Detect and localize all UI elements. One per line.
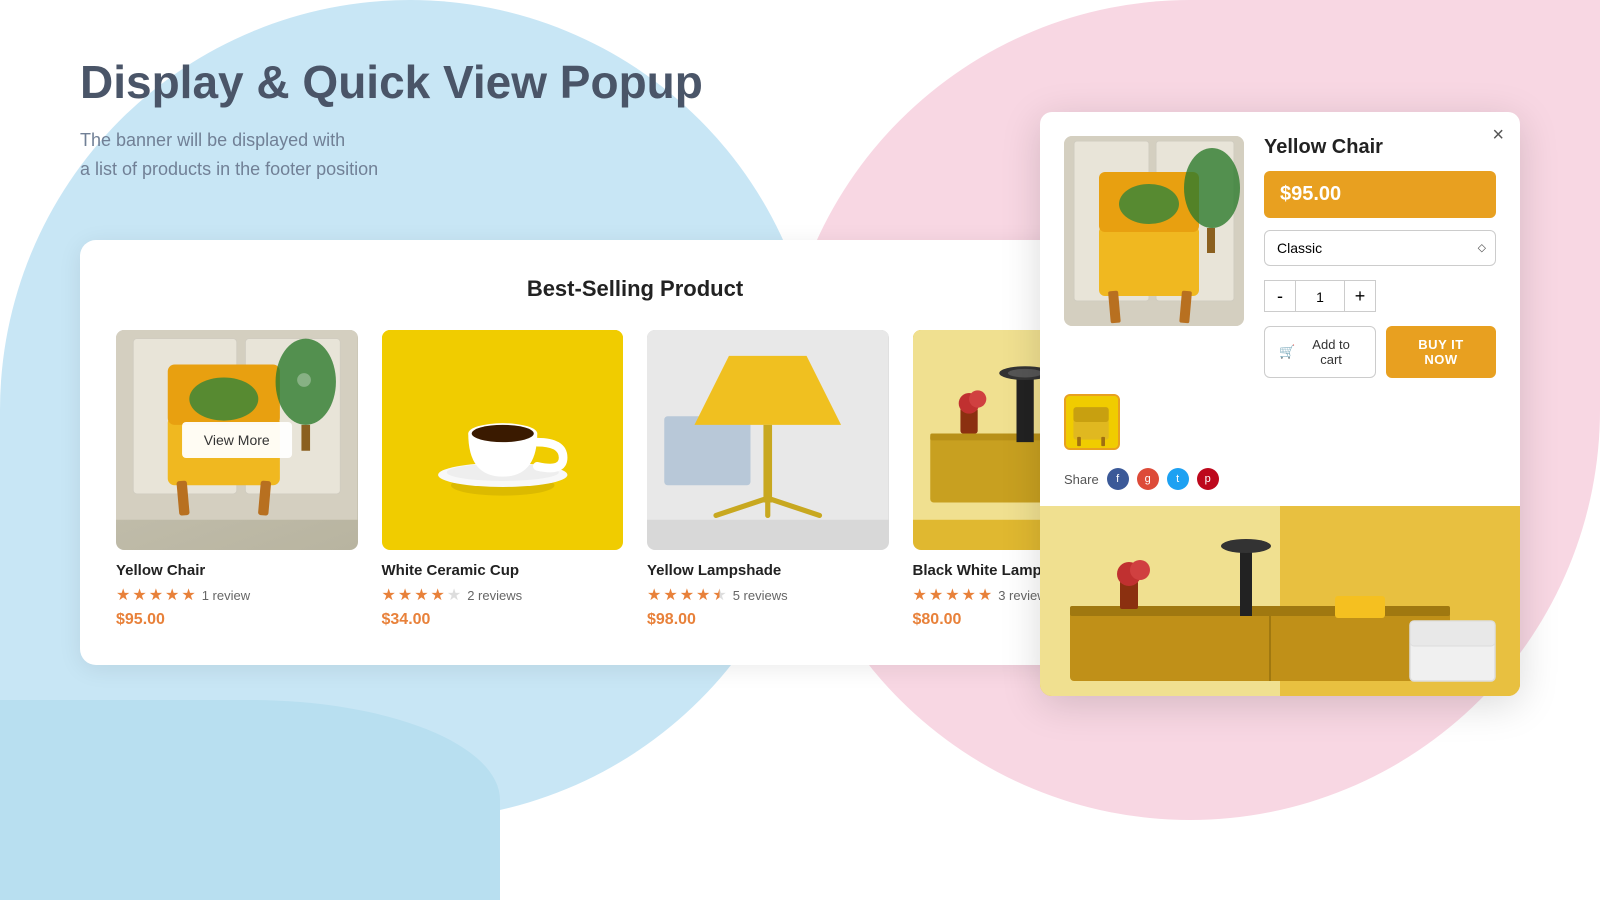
quantity-increase-button[interactable]: +: [1344, 280, 1376, 312]
twitter-share-icon[interactable]: t: [1167, 468, 1189, 490]
popup-variant-select[interactable]: Classic Modern Vintage: [1264, 230, 1496, 266]
star-icon: ★: [696, 585, 710, 605]
review-count-1: 2 reviews: [467, 588, 522, 603]
product-card-yellow-chair[interactable]: View More Yellow Chair ★ ★ ★ ★ ★ 1 revie…: [116, 330, 358, 629]
product-price-2: $98.00: [647, 611, 889, 629]
quantity-value: 1: [1296, 280, 1344, 312]
star-icon: ★: [945, 585, 959, 605]
star-icon: ★: [414, 585, 428, 605]
review-count-2: 5 reviews: [733, 588, 788, 603]
popup-close-button[interactable]: ×: [1492, 124, 1504, 147]
star-icon: ★: [680, 585, 694, 605]
popup-action-buttons: 🛒 Add to cart BUY IT NOW: [1264, 326, 1496, 378]
star-row-0: ★ ★ ★ ★ ★ 1 review: [116, 585, 358, 605]
star-icon: ★: [382, 585, 396, 605]
add-to-cart-label: Add to cart: [1301, 337, 1361, 367]
popup-product-image: [1064, 136, 1244, 326]
product-price-1: $34.00: [382, 611, 624, 629]
star-icon: ★: [647, 585, 661, 605]
cart-icon: 🛒: [1279, 344, 1295, 360]
product-image-yellow-chair: View More: [116, 330, 358, 550]
product-image-white-ceramic-cup: [382, 330, 624, 550]
star-icon: ★: [962, 585, 976, 605]
section-title: Best-Selling Product: [116, 276, 1154, 302]
star-icon: ★: [431, 585, 445, 605]
star-icon: ★: [165, 585, 179, 605]
popup-share-row: Share f g t p: [1040, 462, 1520, 506]
share-label: Share: [1064, 472, 1099, 487]
popup-top-section: Yellow Chair $95.00 Classic Modern Vinta…: [1040, 112, 1520, 394]
star-row-2: ★ ★ ★ ★ ★ 5 reviews: [647, 585, 889, 605]
review-count-0: 1 review: [202, 588, 250, 603]
product-showcase: Best-Selling Product: [80, 240, 1190, 665]
star-icon: ★: [181, 585, 195, 605]
pinterest-share-icon[interactable]: p: [1197, 468, 1219, 490]
star-icon: ★: [978, 585, 992, 605]
product-name-1: White Ceramic Cup: [382, 562, 624, 579]
star-half-icon: ★: [712, 585, 726, 605]
popup-price: $95.00: [1264, 171, 1496, 218]
quantity-decrease-button[interactable]: -: [1264, 280, 1296, 312]
thumbnail-image-0[interactable]: [1064, 394, 1120, 450]
product-image-yellow-lampshade: [647, 330, 889, 550]
page-title: Display & Quick View Popup: [80, 55, 703, 110]
star-icon: ★: [913, 585, 927, 605]
star-row-1: ★ ★ ★ ★ ★ 2 reviews: [382, 585, 624, 605]
facebook-share-icon[interactable]: f: [1107, 468, 1129, 490]
popup-thumbnails: [1040, 394, 1520, 462]
popup-bottom-image: [1040, 506, 1520, 696]
star-icon-empty: ★: [447, 585, 461, 605]
page-subtitle: The banner will be displayed with a list…: [80, 126, 703, 184]
product-card-white-ceramic-cup[interactable]: White Ceramic Cup ★ ★ ★ ★ ★ 2 reviews $3…: [382, 330, 624, 629]
add-to-cart-button[interactable]: 🛒 Add to cart: [1264, 326, 1376, 378]
view-more-button[interactable]: View More: [182, 422, 292, 458]
product-name-0: Yellow Chair: [116, 562, 358, 579]
product-card-yellow-lampshade[interactable]: Yellow Lampshade ★ ★ ★ ★ ★ 5 reviews $98…: [647, 330, 889, 629]
star-icon: ★: [149, 585, 163, 605]
star-icon: ★: [663, 585, 677, 605]
quick-view-popup: × Yellow Chair: [1040, 112, 1520, 696]
buy-now-button[interactable]: BUY IT NOW: [1386, 326, 1496, 378]
popup-product-name: Yellow Chair: [1264, 136, 1496, 159]
star-icon: ★: [929, 585, 943, 605]
popup-details: Yellow Chair $95.00 Classic Modern Vinta…: [1264, 136, 1496, 378]
star-icon: ★: [132, 585, 146, 605]
star-icon: ★: [398, 585, 412, 605]
star-icon: ★: [116, 585, 130, 605]
popup-quantity-row: - 1 +: [1264, 280, 1496, 312]
product-name-2: Yellow Lampshade: [647, 562, 889, 579]
popup-variant-select-wrap: Classic Modern Vintage ⬦: [1264, 230, 1496, 266]
products-grid: View More Yellow Chair ★ ★ ★ ★ ★ 1 revie…: [116, 330, 1154, 629]
googleplus-share-icon[interactable]: g: [1137, 468, 1159, 490]
product-price-0: $95.00: [116, 611, 358, 629]
